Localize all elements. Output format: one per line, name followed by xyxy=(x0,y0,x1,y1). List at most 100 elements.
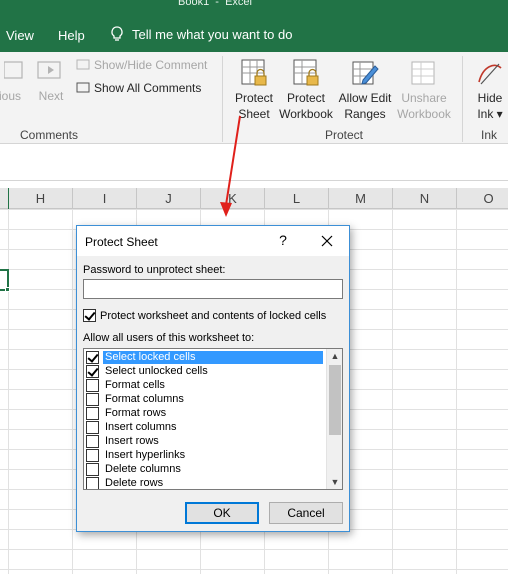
show-hide-comment-label: Show/Hide Comment xyxy=(94,58,208,72)
column-headers: H I J K L M N O xyxy=(0,188,508,209)
list-item-label: Select locked cells xyxy=(103,350,323,364)
protect-worksheet-checkbox[interactable]: Protect worksheet and contents of locked… xyxy=(83,309,326,322)
checkbox-unchecked[interactable] xyxy=(86,462,99,476)
list-item[interactable]: Insert hyperlinks xyxy=(86,448,326,462)
protect-workbook-icon xyxy=(293,59,319,86)
unshare-workbook-icon xyxy=(411,61,435,85)
protect-group-label: Protect xyxy=(325,128,364,142)
menu-tabs-row: View Help Tell me what you want to do xyxy=(0,12,508,52)
column-header-j[interactable]: J xyxy=(136,188,200,209)
list-item[interactable]: Select locked cells xyxy=(86,350,326,364)
comment-icon xyxy=(76,59,90,70)
ok-button[interactable]: OK xyxy=(185,502,259,524)
protect-workbook-button[interactable]: Protect Workbook xyxy=(276,58,336,122)
protect-sheet-button[interactable]: Protect Sheet xyxy=(232,58,276,122)
scroll-thumb[interactable] xyxy=(329,365,341,435)
checkbox-unchecked[interactable] xyxy=(86,406,99,420)
next-label: Next xyxy=(38,89,64,103)
list-item-label: Format columns xyxy=(105,392,184,405)
unshare-workbook-label-1: Unshare xyxy=(401,91,447,105)
previous-comment-icon xyxy=(4,61,23,79)
cancel-button[interactable]: Cancel xyxy=(269,502,343,524)
checkbox-unchecked[interactable] xyxy=(86,420,99,434)
previous-comment-button[interactable]: vious xyxy=(0,58,30,104)
allow-edit-ranges-label-1: Allow Edit xyxy=(338,91,392,105)
checkbox-unchecked[interactable] xyxy=(86,392,99,406)
column-header-n[interactable]: N xyxy=(392,188,456,209)
column-header-o[interactable]: O xyxy=(456,188,508,209)
column-header-h[interactable]: H xyxy=(8,188,72,209)
dialog-title-bar[interactable]: Protect Sheet ? xyxy=(77,226,349,256)
list-item[interactable]: Select unlocked cells xyxy=(86,364,326,378)
list-item[interactable]: Delete columns xyxy=(86,462,326,476)
password-label: Password to unprotect sheet: xyxy=(83,264,226,276)
protect-sheet-label-1: Protect xyxy=(234,91,273,105)
permissions-list[interactable]: Select locked cells Select unlocked cell… xyxy=(83,348,343,490)
dialog-title: Protect Sheet xyxy=(85,235,158,249)
window-title: Book1 - Excel xyxy=(178,0,252,8)
list-item[interactable]: Insert columns xyxy=(86,420,326,434)
checkbox-unchecked[interactable] xyxy=(86,448,99,462)
header-edge xyxy=(8,188,9,209)
list-item[interactable]: Insert rows xyxy=(86,434,326,448)
protect-workbook-label-2: Workbook xyxy=(279,107,333,121)
tell-me-box[interactable]: Tell me what you want to do xyxy=(110,26,292,42)
list-item-label: Delete rows xyxy=(105,476,164,489)
title-bar: Book1 - Excel xyxy=(0,0,508,12)
hide-ink-button[interactable]: Hide Ink ▾ xyxy=(470,58,508,122)
help-button[interactable]: ? xyxy=(276,232,290,248)
list-item-label: Insert columns xyxy=(105,420,177,433)
show-all-comments-button[interactable]: Show All Comments xyxy=(76,81,201,95)
fill-handle[interactable] xyxy=(5,287,10,292)
allow-users-label: Allow all users of this worksheet to: xyxy=(83,332,255,344)
list-item-label: Delete columns xyxy=(105,462,181,475)
list-item-label: Select unlocked cells xyxy=(105,364,208,377)
comments-group-label: Comments xyxy=(20,128,79,142)
list-item[interactable]: Format cells xyxy=(86,378,326,392)
hide-ink-label-1: Hide xyxy=(477,91,503,105)
list-item-label: Format cells xyxy=(105,378,165,391)
column-header-i[interactable]: I xyxy=(72,188,136,209)
column-header-l[interactable]: L xyxy=(264,188,328,209)
lightbulb-icon xyxy=(111,26,123,41)
allow-edit-ranges-icon xyxy=(352,61,379,85)
protect-sheet-icon xyxy=(241,59,267,86)
unshare-workbook-label-2: Workbook xyxy=(397,107,451,121)
list-item-label: Insert rows xyxy=(105,434,159,447)
list-scrollbar[interactable]: ▲ ▼ xyxy=(326,349,342,489)
scroll-down-icon[interactable]: ▼ xyxy=(330,477,340,487)
allow-edit-ranges-button[interactable]: Allow Edit Ranges xyxy=(336,58,394,122)
checkbox-checked[interactable] xyxy=(86,350,99,364)
unshare-workbook-button[interactable]: Unshare Workbook xyxy=(394,58,454,122)
formula-bar[interactable] xyxy=(0,145,508,181)
next-comment-icon xyxy=(37,61,61,79)
comments-icon xyxy=(76,82,90,93)
scroll-up-icon[interactable]: ▲ xyxy=(330,351,340,361)
column-header-m[interactable]: M xyxy=(328,188,392,209)
checkbox-unchecked[interactable] xyxy=(86,434,99,448)
group-separator xyxy=(222,56,223,142)
checkbox-unchecked[interactable] xyxy=(86,476,99,489)
list-item[interactable]: Format rows xyxy=(86,406,326,420)
protect-workbook-label-1: Protect xyxy=(286,91,325,105)
list-item[interactable]: Format columns xyxy=(86,392,326,406)
ribbon: vious Next Show/Hide Comment Show All Co… xyxy=(0,52,508,144)
password-input[interactable] xyxy=(83,279,343,299)
checkbox-checked[interactable] xyxy=(86,364,99,378)
show-hide-comment-button[interactable]: Show/Hide Comment xyxy=(76,58,207,72)
checkbox-checked[interactable] xyxy=(83,309,96,322)
ink-group-label: Ink xyxy=(481,128,498,142)
checkbox-unchecked[interactable] xyxy=(86,378,99,392)
next-comment-button[interactable]: Next xyxy=(34,58,68,104)
column-header-k[interactable]: K xyxy=(200,188,264,209)
protect-sheet-label-2: Sheet xyxy=(238,107,270,121)
tab-help[interactable]: Help xyxy=(58,28,85,43)
close-icon[interactable] xyxy=(315,229,339,253)
group-separator xyxy=(462,56,463,142)
list-item[interactable]: Delete rows xyxy=(86,476,326,489)
list-item-label: Insert hyperlinks xyxy=(105,448,186,461)
tab-view[interactable]: View xyxy=(6,28,34,43)
protect-sheet-dialog: Protect Sheet ? Password to unprotect sh… xyxy=(76,225,350,532)
show-all-comments-label: Show All Comments xyxy=(94,81,202,95)
previous-label: vious xyxy=(0,89,21,103)
